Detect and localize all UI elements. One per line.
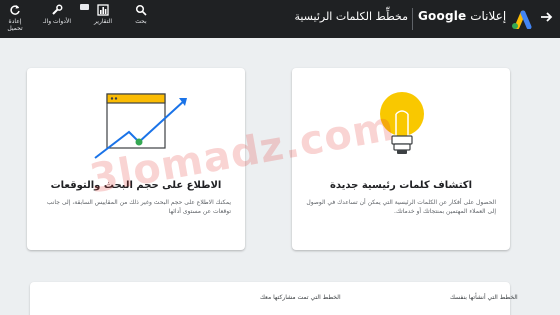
brand-product: إعلانات bbox=[470, 9, 507, 23]
card-description: يمكنك الاطلاع على حجم البحث وغير ذلك من … bbox=[46, 199, 231, 215]
card-title: الاطلاع على حجم البحث والتوقعات bbox=[50, 180, 222, 191]
page-title: مخطِّط الكلمات الرئيسية bbox=[294, 10, 408, 23]
new-badge bbox=[80, 4, 89, 10]
tab-plans-shared-with-you[interactable]: الخطط التي تمت مشاركتها معك bbox=[260, 294, 341, 301]
search-button[interactable]: بحث bbox=[128, 4, 154, 25]
search-icon bbox=[135, 4, 147, 16]
brand-title: إعلانات Google bbox=[418, 9, 508, 23]
refresh-button[interactable]: إعادة تحميل bbox=[4, 4, 26, 32]
reports-icon bbox=[97, 4, 109, 16]
search-label: بحث bbox=[135, 18, 147, 25]
chart-monitor-illustration bbox=[94, 93, 187, 159]
tools-button[interactable]: الأدوات والـ bbox=[40, 4, 74, 25]
tab-plans-created-by-you[interactable]: الخطط التي أنشأتها بنفسك bbox=[450, 294, 518, 301]
card-description: الحصول على أفكار عن الكلمات الرئيسية الت… bbox=[306, 199, 496, 215]
discover-keywords-card[interactable]: اكتشاف كلمات رئيسية جديدة الحصول على أفك… bbox=[292, 68, 510, 250]
wrench-icon bbox=[52, 4, 63, 15]
refresh-label: إعادة تحميل bbox=[7, 18, 23, 32]
top-app-bar: إعلانات Google مخطِّط الكلمات الرئيسية ب… bbox=[0, 0, 560, 38]
card-title: اكتشاف كلمات رئيسية جديدة bbox=[329, 180, 473, 191]
plans-section: الخطط التي أنشأتها بنفسك الخطط التي تمت … bbox=[30, 282, 518, 315]
brand-google: Google bbox=[418, 9, 467, 23]
tools-label: الأدوات والـ bbox=[42, 18, 72, 25]
header-divider bbox=[412, 8, 413, 30]
refresh-icon bbox=[10, 5, 20, 15]
search-volume-card[interactable]: الاطلاع على حجم البحث والتوقعات يمكنك ال… bbox=[27, 68, 245, 250]
back-arrow-icon[interactable] bbox=[538, 9, 554, 25]
reports-button[interactable]: التقارير bbox=[90, 4, 116, 25]
google-ads-logo-icon bbox=[512, 10, 532, 29]
reports-label: التقارير bbox=[93, 18, 113, 25]
lightbulb-icon bbox=[380, 92, 424, 154]
